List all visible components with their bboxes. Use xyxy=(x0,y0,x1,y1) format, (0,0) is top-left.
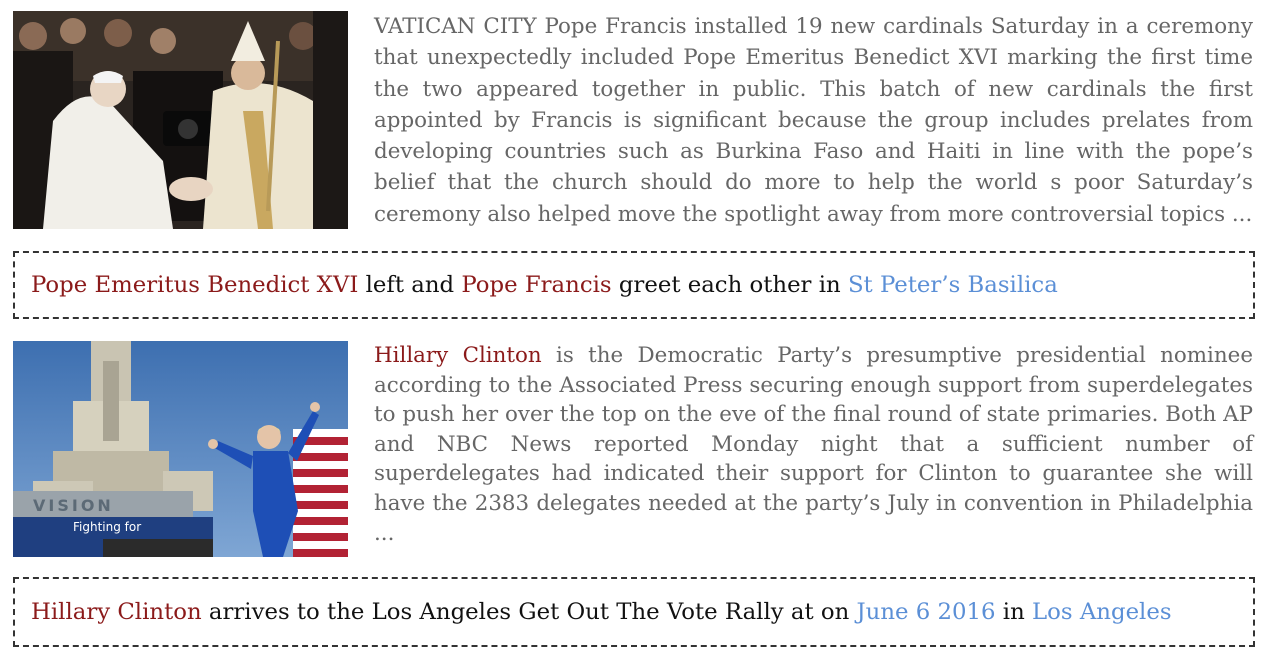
caption-person: Pope Emeritus Benedict XVI xyxy=(31,272,359,298)
caption-person: Pope Francis xyxy=(461,272,612,298)
caption-text: in xyxy=(995,599,1033,625)
caption-place: St Peter’s Basilica xyxy=(847,272,1058,298)
caption-date: June 6 2016 xyxy=(856,599,996,625)
story-lead-name: Hillary Clinton xyxy=(374,343,542,368)
caption-box: Hillary Clinton arrives to the Los Angel… xyxy=(13,577,1255,647)
caption-text: left and xyxy=(358,272,462,298)
caption-person: Hillary Clinton xyxy=(31,599,202,625)
news-story-pope: VATICAN CITY Pope Francis installed 19 n… xyxy=(13,11,1253,229)
caption-text: arrives to the Los Angeles Get Out The V… xyxy=(201,599,857,625)
clinton-rally-photo: VISION Fighting for xyxy=(13,341,348,557)
story-body-rest: is the Democratic Party’s presumptive pr… xyxy=(374,343,1253,546)
caption-box: Pope Emeritus Benedict XVI left and Pope… xyxy=(13,251,1255,319)
pope-greeting-photo xyxy=(13,11,348,229)
banner-text: Fighting for xyxy=(73,520,141,534)
news-story-clinton: VISION Fighting for Hillary Clinton is t… xyxy=(13,341,1253,557)
story-body-text: Hillary Clinton is the Democratic Party’… xyxy=(374,341,1253,548)
caption-place: Los Angeles xyxy=(1032,599,1172,625)
vision-sign-text: VISION xyxy=(33,496,114,515)
story-body-text: VATICAN CITY Pope Francis installed 19 n… xyxy=(374,14,1253,227)
caption-text: greet each other in xyxy=(611,272,848,298)
